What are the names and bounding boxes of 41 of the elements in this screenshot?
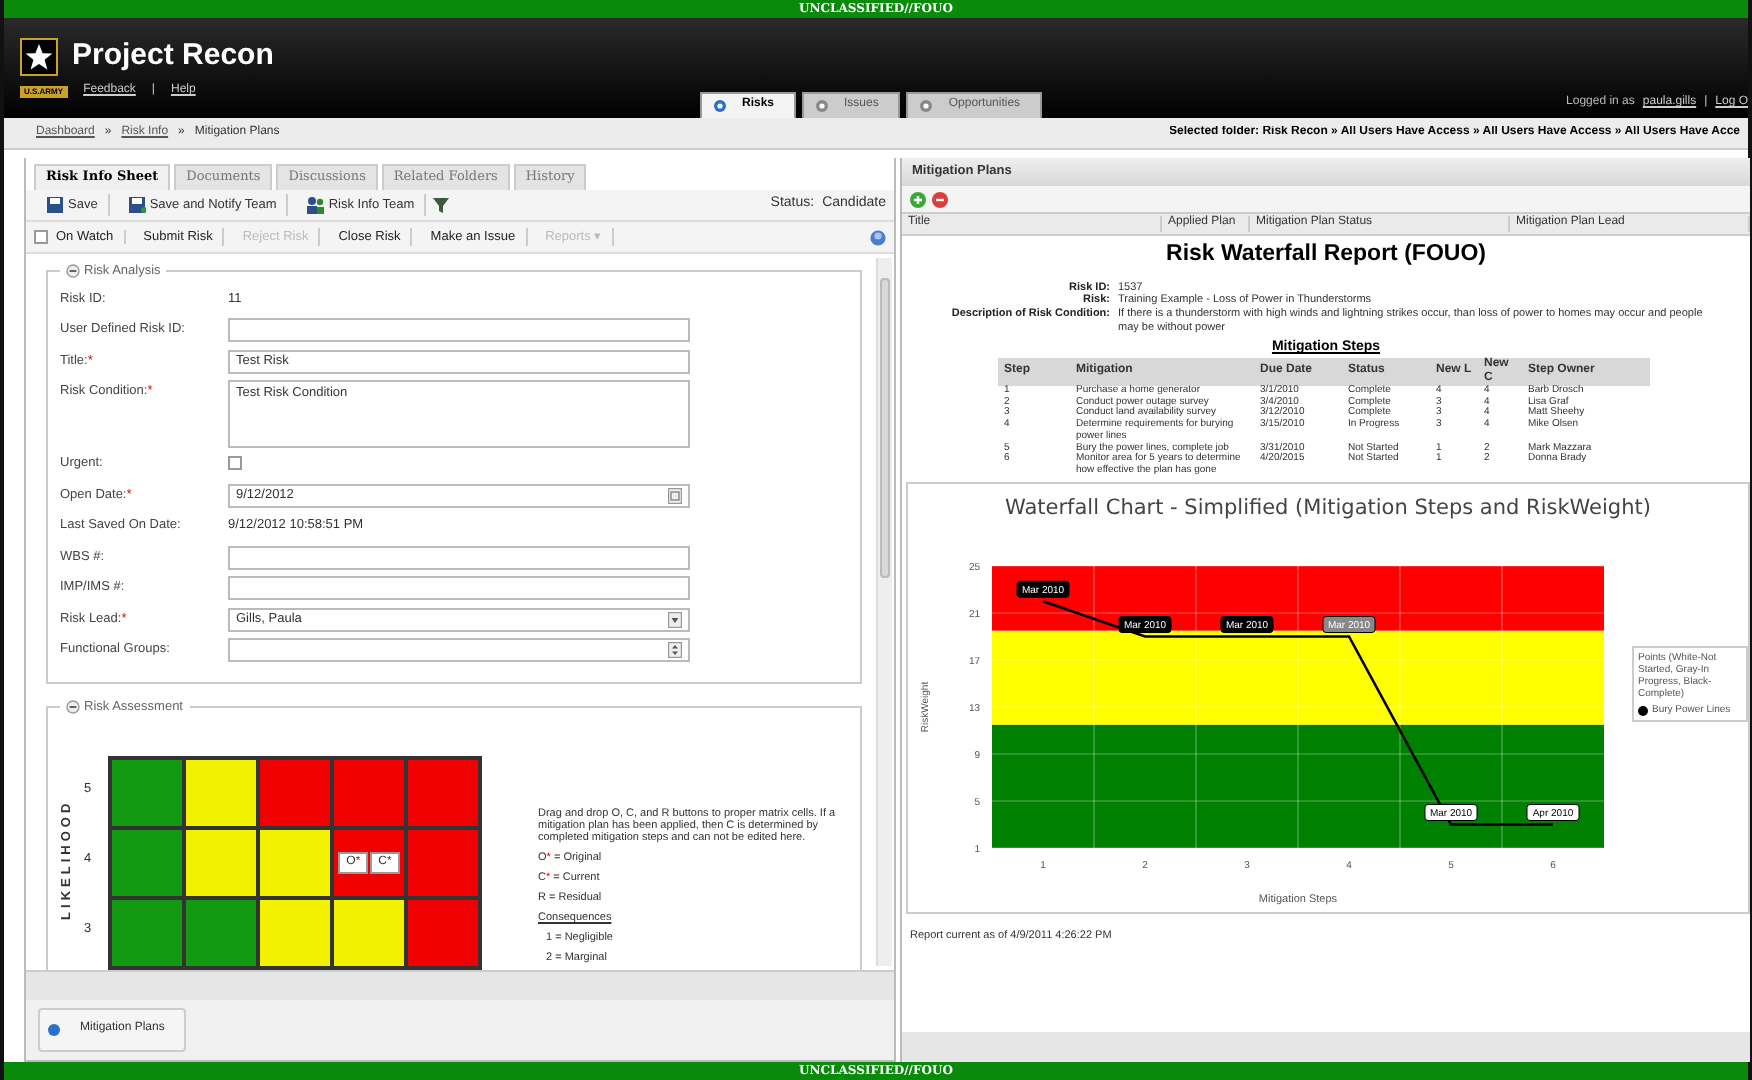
tab-icon [714, 100, 726, 112]
filter-icon[interactable] [432, 196, 451, 214]
matrix-cell[interactable] [258, 757, 332, 828]
matrix-cell[interactable] [258, 897, 332, 968]
matrix-cell[interactable] [406, 757, 480, 828]
tab-icon [920, 100, 933, 112]
app-title: Project Recon [72, 38, 274, 75]
dropdown-icon[interactable] [668, 611, 682, 628]
scrollbar-thumb[interactable] [880, 278, 890, 578]
matrix-cell[interactable] [406, 827, 480, 898]
matrix-cell[interactable] [332, 897, 406, 968]
report-title: Risk Waterfall Report (FOUO) [1164, 242, 1488, 270]
matrix-cell[interactable] [332, 757, 406, 828]
matrix-cell[interactable] [184, 827, 258, 898]
dot-icon [48, 1024, 60, 1036]
tab-icon [816, 100, 829, 112]
matrix-cell[interactable] [184, 897, 258, 968]
collapse-toggle-icon[interactable] [66, 264, 80, 279]
help-icon[interactable] [870, 229, 886, 245]
matrix-cell[interactable] [406, 897, 480, 968]
save-icon [127, 196, 146, 214]
matrix-cell[interactable] [110, 897, 184, 968]
checkbox[interactable] [228, 456, 242, 471]
calendar-icon[interactable] [668, 487, 682, 504]
collapse-toggle-icon[interactable] [66, 700, 80, 715]
matrix-cell[interactable] [184, 757, 258, 828]
matrix-cell[interactable] [110, 827, 184, 898]
input-field[interactable] [228, 545, 690, 570]
dropdown-field[interactable] [228, 638, 690, 663]
input-field[interactable] [228, 318, 690, 343]
remove-icon[interactable] [932, 191, 948, 207]
scrollbar[interactable] [876, 258, 892, 966]
dropdown-icon[interactable] [668, 642, 682, 659]
save-icon [46, 196, 64, 214]
checkbox[interactable] [34, 229, 48, 244]
add-icon[interactable] [910, 191, 926, 207]
matrix-cell[interactable] [258, 827, 332, 898]
chart-title: Waterfall Chart - Simplified (Mitigation Steps and RiskWeight) [1003, 495, 1653, 522]
input-field[interactable] [228, 576, 690, 601]
people-icon [306, 196, 325, 214]
matrix-cell[interactable] [110, 757, 184, 828]
